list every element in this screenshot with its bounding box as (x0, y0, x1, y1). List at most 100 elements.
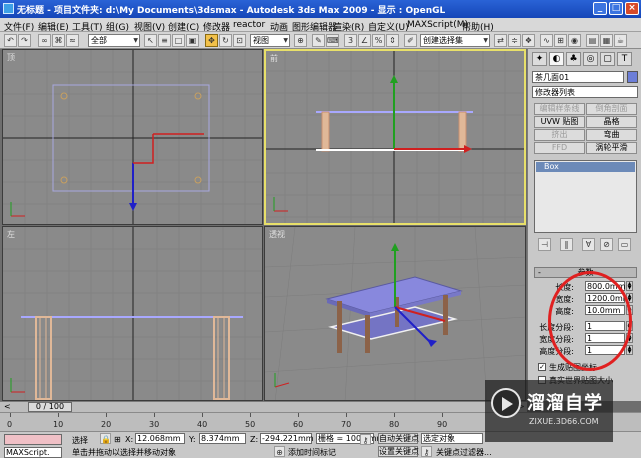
remove-modifier-icon[interactable]: ⊘ (600, 238, 613, 251)
play-logo-icon (491, 388, 521, 418)
curve-editor-icon[interactable]: ∿ (540, 34, 553, 47)
utilities-tab-icon[interactable]: T (617, 52, 632, 66)
minimize-button[interactable]: _ (593, 2, 607, 15)
viewport-left-canvas (3, 227, 262, 400)
select-manipulate-icon[interactable]: ✎ (312, 34, 325, 47)
tick-label: 80 (389, 420, 400, 429)
object-name-field[interactable]: 茶几面01 (532, 71, 624, 83)
mirror-icon[interactable]: ⇄ (494, 34, 507, 47)
pivot-center-icon[interactable]: ⊕ (294, 34, 307, 47)
display-tab-icon[interactable]: ▢ (600, 52, 615, 66)
prompt-text: 单击并拖动以选择并移动对象 (72, 448, 176, 457)
select-by-name-icon[interactable]: ≡ (158, 34, 171, 47)
key-icon[interactable]: ⚷ (360, 434, 371, 445)
key-filters-button[interactable]: 关键点过滤器... (436, 447, 492, 458)
spinner-snap-icon[interactable]: ⇕ (386, 34, 399, 47)
configure-sets-icon[interactable]: ▭ (618, 238, 631, 251)
menu-reactor[interactable]: reactor (233, 20, 265, 30)
selected-object-select[interactable]: 选定对象 (421, 433, 483, 444)
viewport-top[interactable]: 顶 (2, 49, 263, 225)
length-spinner-arrows[interactable]: ▲ ▼ (626, 281, 633, 291)
render-setup-icon[interactable]: ▤ (586, 34, 599, 47)
rendered-frame-icon[interactable]: ▦ (600, 34, 613, 47)
create-tab-icon[interactable]: ✦ (532, 52, 547, 66)
layer-manager-icon[interactable]: ❖ (522, 34, 535, 47)
slider-prev-icon[interactable]: < (4, 402, 11, 411)
lock-selection-icon[interactable]: 🔒 (100, 433, 111, 444)
hierarchy-tab-icon[interactable]: ♣ (566, 52, 581, 66)
snap-toggle-icon[interactable]: 3 (344, 34, 357, 47)
maxscript-listener-field[interactable]: MAXScript. (4, 447, 62, 458)
rect-selection-icon[interactable]: □ (172, 34, 185, 47)
pin-stack-icon[interactable]: ⊣ (538, 238, 551, 251)
bend-button[interactable]: 弯曲 (586, 129, 637, 141)
z-coord-field[interactable]: -294.221mm (260, 433, 314, 444)
uvw-map-button[interactable]: UVW 贴图 (534, 116, 585, 128)
modifier-list-select[interactable]: 修改器列表 (532, 86, 638, 98)
select-move-icon[interactable]: ✥ (205, 34, 218, 47)
percent-snap-icon[interactable]: % (372, 34, 385, 47)
time-tag-icon[interactable]: ⊕ (274, 446, 285, 457)
viewport-top-label[interactable]: 顶 (7, 52, 15, 63)
time-slider[interactable]: 0 / 100 < > (0, 401, 527, 412)
window-crossing-icon[interactable]: ▣ (186, 34, 199, 47)
object-color-swatch[interactable] (627, 71, 638, 83)
modify-tab-icon[interactable]: ◐ (549, 52, 564, 66)
extrude-button[interactable]: 挤出 (534, 129, 585, 141)
viewport-left[interactable]: 左 (2, 226, 263, 401)
quick-render-icon[interactable]: ☕ (614, 34, 627, 47)
close-button[interactable]: × (625, 2, 639, 15)
unlink-icon[interactable]: ⌘ (52, 34, 65, 47)
time-slider-thumb[interactable]: 0 / 100 (28, 402, 72, 412)
material-editor-icon[interactable]: ◉ (568, 34, 581, 47)
named-selection-select[interactable]: 创建选择集 (420, 34, 490, 47)
watermark-url: ZIXUE.3D66.COM (529, 417, 599, 426)
absolute-mode-icon[interactable]: ⊞ (114, 435, 121, 444)
bevel-profile-button[interactable]: 倒角剖面 (586, 103, 637, 115)
align-icon[interactable]: ≑ (508, 34, 521, 47)
select-object-icon[interactable]: ↖ (144, 34, 157, 47)
viewport-left-label[interactable]: 左 (7, 229, 15, 240)
selection-filter-select[interactable]: 全部 (88, 34, 140, 47)
gen-mapping-checkbox[interactable]: ✓ (538, 363, 546, 371)
maxscript-mini-listener[interactable] (4, 434, 62, 445)
modifier-stack[interactable]: Box (534, 160, 637, 233)
menu-maxscript[interactable]: MAXScript(M) (407, 20, 468, 30)
viewport-perspective-label[interactable]: 透视 (269, 229, 285, 240)
undo-icon[interactable]: ↶ (4, 34, 17, 47)
schematic-view-icon[interactable]: ⊞ (554, 34, 567, 47)
viewport-perspective[interactable]: 透视 (264, 226, 526, 401)
viewport-front[interactable]: 前 (264, 49, 526, 225)
x-coord-field[interactable]: 12.068mm (135, 433, 185, 444)
tick-label: 20 (101, 420, 112, 429)
keyboard-shortcut-icon[interactable]: ⌨ (326, 34, 339, 47)
edit-named-selection-icon[interactable]: ✐ (404, 34, 417, 47)
angle-snap-icon[interactable]: ∠ (358, 34, 371, 47)
select-rotate-icon[interactable]: ↻ (219, 34, 232, 47)
maximize-button[interactable]: □ (609, 2, 623, 15)
ffd-button[interactable]: FFD (534, 142, 585, 154)
menu-bar: 文件(F) 编辑(E) 工具(T) 组(G) 视图(V) 创建(C) 修改器 r… (0, 18, 641, 33)
setkey-button[interactable]: 设置关键点 (378, 446, 419, 457)
link-icon[interactable]: ∞ (38, 34, 51, 47)
reference-coordinate-select[interactable]: 视图 (250, 34, 290, 47)
set-key-icon[interactable]: ⚷ (421, 446, 432, 457)
app-icon (3, 3, 14, 14)
lattice-button[interactable]: 晶格 (586, 116, 637, 128)
turbosmooth-button[interactable]: 涡轮平滑 (586, 142, 637, 154)
show-end-result-icon[interactable]: ‖ (560, 238, 573, 251)
viewport-front-label[interactable]: 前 (270, 53, 278, 64)
add-time-tag-button[interactable]: 添加时间标记 (288, 447, 336, 458)
stack-item-box[interactable]: Box (536, 162, 635, 172)
autokey-button[interactable]: 自动关键点 (378, 433, 419, 444)
make-unique-icon[interactable]: ∀ (582, 238, 595, 251)
edit-spline-button[interactable]: 编辑样条线 (534, 103, 585, 115)
tick-label: 90 (437, 420, 448, 429)
height-segs-arrows[interactable]: ▲ ▼ (626, 345, 633, 355)
redo-icon[interactable]: ↷ (18, 34, 31, 47)
y-coord-field[interactable]: 8.374mm (199, 433, 246, 444)
motion-tab-icon[interactable]: ◎ (583, 52, 598, 66)
select-scale-icon[interactable]: ⊡ (233, 34, 246, 47)
bind-spacewarp-icon[interactable]: ≈ (66, 34, 79, 47)
stack-tools: ⊣ ‖ ∀ ⊘ ▭ (534, 238, 637, 251)
